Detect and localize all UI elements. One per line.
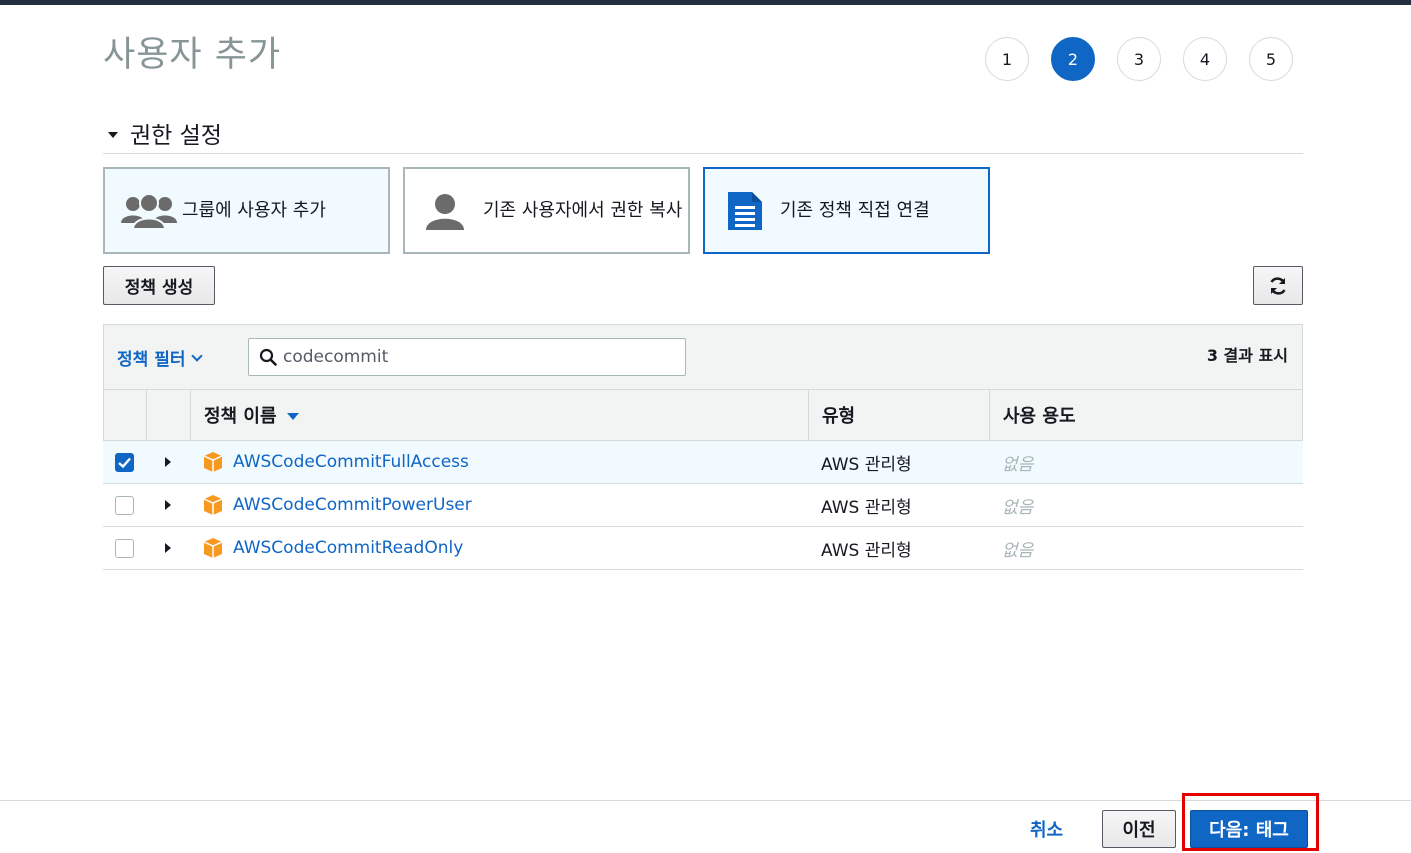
footer-divider xyxy=(0,800,1411,801)
section-header-permissions[interactable]: 권한 설정 xyxy=(108,116,222,150)
option-label: 기존 사용자에서 권한 복사 xyxy=(483,200,683,221)
header-label: 정책 이름 xyxy=(204,406,277,427)
search-input[interactable] xyxy=(283,347,663,367)
option-label: 기존 정책 직접 연결 xyxy=(780,200,930,221)
header-policy-name[interactable]: 정책 이름 xyxy=(191,390,809,440)
refresh-icon xyxy=(1268,276,1288,296)
chevron-down-icon xyxy=(191,349,204,362)
wizard-steps: 1 2 3 4 5 xyxy=(985,37,1315,81)
policy-table: 정책 이름 유형 사용 용도 AWSCodeCommitFullAccess A… xyxy=(103,389,1303,570)
step-1[interactable]: 1 xyxy=(985,37,1029,81)
user-icon xyxy=(425,191,465,231)
table-row[interactable]: AWSCodeCommitReadOnly AWS 관리형 없음 xyxy=(103,527,1303,570)
expand-arrow-icon[interactable] xyxy=(165,500,171,510)
policy-name-link[interactable]: AWSCodeCommitFullAccess xyxy=(233,452,469,472)
section-title: 권한 설정 xyxy=(130,123,222,149)
caret-down-icon xyxy=(108,131,118,138)
step-5[interactable]: 5 xyxy=(1249,37,1293,81)
step-3[interactable]: 3 xyxy=(1117,37,1161,81)
table-header: 정책 이름 유형 사용 용도 xyxy=(103,389,1303,441)
page-title: 사용자 추가 xyxy=(103,35,282,75)
policy-box-icon xyxy=(202,494,224,516)
row-checkbox[interactable] xyxy=(115,538,134,558)
step-4[interactable]: 4 xyxy=(1183,37,1227,81)
policy-name-link[interactable]: AWSCodeCommitPowerUser xyxy=(233,495,472,515)
option-attach-policies[interactable]: 기존 정책 직접 연결 xyxy=(703,167,990,254)
search-icon xyxy=(259,348,277,366)
policy-filter-dropdown[interactable]: 정책 필터 xyxy=(117,345,204,370)
option-add-to-group[interactable]: 그룹에 사용자 추가 xyxy=(103,167,390,254)
option-copy-permissions[interactable]: 기존 사용자에서 권한 복사 xyxy=(403,167,690,254)
result-count: 3 결과 표시 xyxy=(1206,346,1288,365)
users-group-icon xyxy=(120,191,178,231)
option-label: 그룹에 사용자 추가 xyxy=(182,200,326,221)
policy-box-icon xyxy=(202,451,224,473)
divider xyxy=(103,153,1303,154)
filter-bar: 정책 필터 3 결과 표시 xyxy=(103,324,1303,390)
check-icon xyxy=(118,457,131,468)
policy-name-link[interactable]: AWSCodeCommitReadOnly xyxy=(233,538,463,558)
header-type: 유형 xyxy=(809,390,990,440)
row-checkbox[interactable] xyxy=(115,452,134,472)
policy-usage: 없음 xyxy=(1002,497,1034,518)
table-row[interactable]: AWSCodeCommitPowerUser AWS 관리형 없음 xyxy=(103,484,1303,527)
policy-usage: 없음 xyxy=(1002,454,1034,475)
document-icon xyxy=(726,190,764,232)
top-bar xyxy=(0,0,1411,5)
policy-usage: 없음 xyxy=(1002,540,1034,561)
header-select xyxy=(104,390,147,440)
search-box[interactable] xyxy=(248,338,686,376)
policy-box-icon xyxy=(202,537,224,559)
table-row[interactable]: AWSCodeCommitFullAccess AWS 관리형 없음 xyxy=(103,441,1303,484)
header-usage: 사용 용도 xyxy=(1003,406,1076,427)
policy-type: AWS 관리형 xyxy=(821,454,912,475)
policy-type: AWS 관리형 xyxy=(821,497,912,518)
sort-desc-icon xyxy=(286,413,299,420)
filter-label: 정책 필터 xyxy=(117,350,186,370)
refresh-button[interactable] xyxy=(1253,266,1303,305)
expand-arrow-icon[interactable] xyxy=(165,457,171,467)
step-2-current[interactable]: 2 xyxy=(1051,37,1095,81)
next-tags-button[interactable]: 다음: 태그 xyxy=(1190,810,1308,848)
policy-type: AWS 관리형 xyxy=(821,540,912,561)
create-policy-button[interactable]: 정책 생성 xyxy=(103,266,215,305)
expand-arrow-icon[interactable] xyxy=(165,543,171,553)
row-checkbox[interactable] xyxy=(115,495,134,515)
previous-button[interactable]: 이전 xyxy=(1102,810,1176,848)
header-expand xyxy=(147,390,191,440)
cancel-button[interactable]: 취소 xyxy=(1030,816,1063,842)
